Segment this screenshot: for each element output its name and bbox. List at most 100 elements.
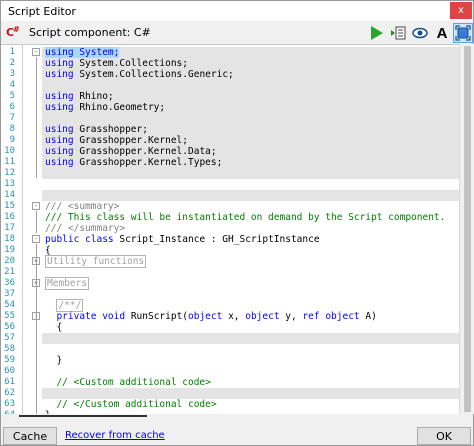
fold-guide [36,211,37,233]
code-line[interactable]: 54 /**/ [1,299,459,312]
line-highlight [42,388,459,399]
cache-button[interactable]: Cache [3,427,57,445]
component-label: Script component: C# [29,26,151,39]
line-number: 56 [4,322,15,332]
bottom-bar: Cache Recover from cache OK [1,425,473,446]
cache-button-label: Cache [12,429,48,443]
code-text: /**/ [56,299,84,312]
line-number: 1 [9,47,15,57]
preview-icon [412,27,428,39]
code-text: // <Custom additional code> [45,377,211,388]
line-number: 4 [9,80,15,90]
vertical-scrollbar[interactable] [459,44,474,414]
fit-toggle-button[interactable] [453,23,473,43]
recover-from-cache-link[interactable]: Recover from cache [65,430,165,441]
line-number: 7 [9,113,15,123]
code-line[interactable]: 7 [1,113,459,124]
code-line[interactable]: 55- private void RunScript(object x, obj… [1,311,459,322]
line-highlight [42,333,459,344]
code-editor[interactable]: 1- using System; 2 using System.Collections… [1,44,459,414]
collapse-region-icon[interactable]: - [32,48,40,56]
code-line[interactable]: 57 [1,333,459,344]
run-button[interactable] [366,23,386,43]
code-text: using Grasshopper.Kernel.Data; [45,146,217,157]
code-text: // </Custom additional code> [45,399,217,410]
code-text: using Rhino.Geometry; [45,102,166,113]
line-highlight [42,190,459,201]
code-text: Members [45,277,90,290]
code-text: /// <summary> [45,201,120,212]
code-text: } [45,355,63,366]
code-line[interactable]: 58 [1,344,459,355]
line-number: 14 [4,190,15,200]
code-line[interactable]: 20+Utility functions [1,255,459,268]
line-number: 55 [4,311,15,321]
close-icon: x [458,5,464,16]
run-icon [371,26,383,40]
code-line[interactable]: 11 using Grasshopper.Kernel.Types; [1,157,459,168]
code-line[interactable]: 2 using System.Collections; [1,58,459,69]
code-text: using Rhino; [45,91,114,102]
code-text: Utility functions [45,255,147,268]
code-line[interactable]: 1 - using System; [1,47,459,58]
code-line[interactable]: 36+Members [1,277,459,290]
line-number: 18 [4,234,15,244]
line-number: 5 [9,91,15,101]
code-text: using System.Collections; [45,58,188,69]
line-number: 61 [4,377,15,387]
close-button[interactable]: x [450,2,472,19]
line-number: 54 [4,300,15,310]
code-line[interactable]: 62 [1,388,459,399]
code-line[interactable]: 56 { [1,322,459,333]
collapse-region-icon[interactable]: - [32,202,40,210]
code-line[interactable]: 6 using Rhino.Geometry; [1,102,459,113]
code-text: using Grasshopper.Kernel.Types; [45,157,223,168]
line-highlight [42,168,459,179]
code-text: /// </summary> [45,223,126,234]
line-number: 19 [4,245,15,255]
ok-button[interactable]: OK [417,427,471,445]
code-text: using Grasshopper; [45,124,148,135]
line-number: 12 [4,168,15,178]
font-icon: A [436,24,448,42]
code-line[interactable]: 4 [1,80,459,91]
line-number: 16 [4,212,15,222]
font-button[interactable]: A [432,23,452,43]
code-line[interactable]: 5 using Rhino; [1,91,459,102]
line-number: 13 [4,179,15,189]
title-bar[interactable]: Script Editor x [1,1,473,21]
code-line[interactable]: 16 /// This class will be instantiated on… [1,212,459,223]
line-number: 11 [4,157,15,167]
code-line[interactable]: 10 using Grasshopper.Kernel.Data; [1,146,459,157]
code-line[interactable]: 9 using Grasshopper.Kernel; [1,135,459,146]
collapse-region-icon[interactable]: - [32,235,40,243]
code-line[interactable]: 8 using Grasshopper; [1,124,459,135]
line-number: 58 [4,344,15,354]
fold-guide [36,57,37,178]
ok-button-label: OK [436,429,452,443]
line-number: 57 [4,333,15,343]
code-line[interactable]: 12 [1,168,459,179]
line-number: 9 [9,135,15,145]
code-line[interactable]: 13 [1,179,459,190]
code-line[interactable]: 18 - public class Script_Instance : GH_Scr… [1,234,459,245]
code-line[interactable]: 61 // <Custom additional code> [1,377,459,388]
window-title: Script Editor [8,4,76,18]
code-line[interactable]: 3 using System.Collections.Generic; [1,69,459,80]
preview-button[interactable] [410,23,430,43]
vertical-scrollbar-thumb[interactable] [464,46,471,412]
line-number: 17 [4,223,15,233]
code-line[interactable]: 14 [1,190,459,201]
code-line[interactable]: 17 /// </summary> [1,223,459,234]
code-line[interactable]: 60 [1,366,459,377]
code-text: using System.Collections.Generic; [45,69,234,80]
code-line[interactable]: 15 -/// <summary> [1,201,459,212]
line-number: 21 [4,267,15,277]
code-line[interactable]: 59 } [1,355,459,366]
horizontal-scrollbar[interactable] [19,415,147,417]
fold-guide [36,321,37,365]
code-line[interactable]: 63 // </Custom additional code> [1,399,459,410]
code-text: { [45,322,63,333]
export-button[interactable] [388,23,408,43]
code-line[interactable]: 64} [1,410,459,414]
